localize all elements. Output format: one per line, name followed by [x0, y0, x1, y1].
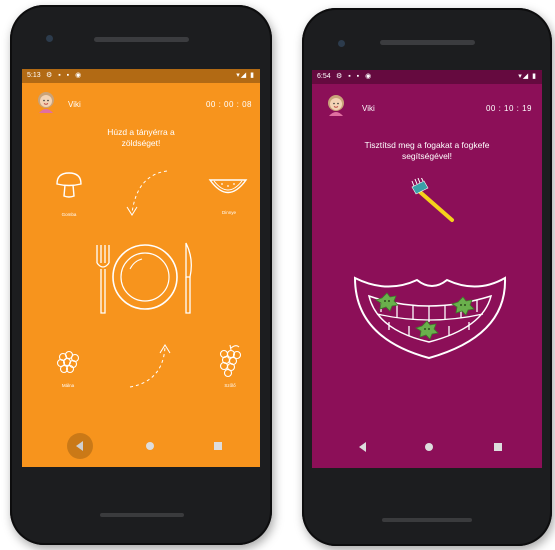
- instruction-line-2: segítségével!: [401, 151, 453, 161]
- plate-fork-knife-icon: [96, 242, 192, 314]
- germ-icon[interactable]: [414, 318, 440, 342]
- instruction-line-1: Tisztítsd meg a fogakat a fogkefe: [364, 140, 490, 150]
- phone-right: 6:54 ⚙ ▪ ▪ ◉ ▾◢ ▮ Viki 00 : 10 : 19 Tisz…: [302, 8, 552, 546]
- top-speaker: [94, 37, 189, 42]
- food-label-mushroom: Gomba: [61, 212, 77, 217]
- timer: 00 : 00 : 08: [205, 100, 252, 109]
- mouth-teeth-icon: [353, 276, 507, 360]
- instruction-text: Tisztítsd meg a fogakat a fogkefe segíts…: [327, 140, 527, 162]
- phone-left: 5:13 ⚙ ▪ ▪ ◉ ▾◢ ▮ Viki 00 : 00 : 08 Húzd…: [10, 5, 272, 545]
- screen-right: 6:54 ⚙ ▪ ▪ ◉ ▾◢ ▮ Viki 00 : 10 : 19 Tisz…: [312, 70, 542, 468]
- navigation-bar: [312, 428, 542, 468]
- instruction-line-1: Húzd a tányérra a: [107, 127, 175, 137]
- food-label-grapes: Szőlő: [224, 383, 236, 388]
- raspberry-icon[interactable]: [53, 348, 83, 376]
- status-time: 6:54: [317, 73, 331, 80]
- instruction-text: Húzd a tányérra a zöldséget!: [71, 127, 211, 149]
- mushroom-icon[interactable]: [54, 171, 84, 199]
- system-icons: ▾◢ ▮: [518, 73, 537, 80]
- screen-left: 5:13 ⚙ ▪ ▪ ◉ ▾◢ ▮ Viki 00 : 00 : 08 Húzd…: [22, 69, 260, 467]
- back-icon[interactable]: [66, 432, 94, 460]
- top-speaker: [380, 40, 475, 45]
- back-icon[interactable]: [358, 441, 368, 453]
- bottom-speaker: [382, 518, 472, 522]
- food-label-raspberry: Málna: [61, 383, 75, 388]
- food-label-watermelon: Dinnye: [221, 210, 236, 215]
- germ-icon[interactable]: [374, 290, 400, 314]
- username: Viki: [362, 104, 375, 113]
- grapes-icon[interactable]: [216, 343, 242, 379]
- bottom-speaker: [100, 513, 184, 517]
- dashed-arrow-bottom-icon: [129, 344, 171, 388]
- recents-icon[interactable]: [213, 441, 223, 451]
- watermelon-icon[interactable]: [208, 177, 248, 199]
- home-icon[interactable]: [424, 442, 434, 452]
- status-time: 5:13: [27, 72, 41, 79]
- status-bar: 5:13 ⚙ ▪ ▪ ◉ ▾◢ ▮: [22, 69, 260, 83]
- front-camera: [338, 40, 345, 47]
- dashed-arrow-top-icon: [126, 170, 168, 216]
- notification-icons: ⚙ ▪ ▪ ◉: [46, 72, 84, 79]
- navigation-bar: [22, 427, 260, 467]
- notification-icons: ⚙ ▪ ▪ ◉: [336, 73, 374, 80]
- avatar[interactable]: [36, 91, 56, 113]
- instruction-line-2: zöldséget!: [121, 138, 161, 148]
- username: Viki: [68, 100, 81, 109]
- status-bar: 6:54 ⚙ ▪ ▪ ◉ ▾◢ ▮: [312, 70, 542, 84]
- toothbrush-icon[interactable]: [408, 178, 456, 224]
- front-camera: [46, 35, 53, 42]
- germ-icon[interactable]: [450, 294, 476, 318]
- system-icons: ▾◢ ▮: [236, 72, 255, 79]
- home-icon[interactable]: [145, 441, 155, 451]
- recents-icon[interactable]: [493, 442, 503, 452]
- avatar[interactable]: [326, 94, 346, 116]
- timer: 00 : 10 : 19: [485, 104, 532, 113]
